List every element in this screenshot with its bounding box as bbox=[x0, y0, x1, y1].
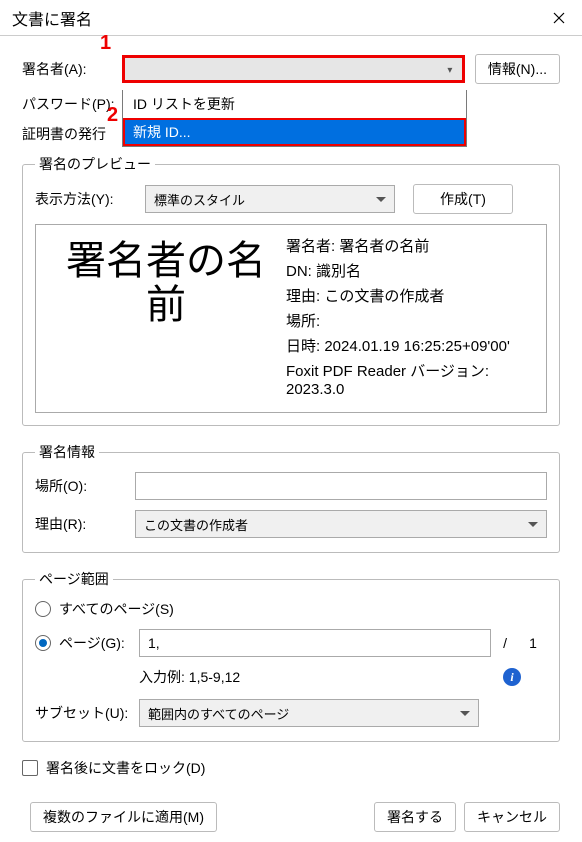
preview-detail-dn: DN: 識別名 bbox=[286, 260, 536, 281]
dropdown-item-new-id[interactable]: 2 新規 ID... bbox=[123, 118, 466, 146]
window-title: 文書に署名 bbox=[12, 6, 92, 30]
preview-box: 署名者の名前 署名者: 署名者の名前 DN: 識別名 理由: この文書の作成者 … bbox=[35, 224, 547, 413]
signer-dropdown-list: ID リストを更新 2 新規 ID... bbox=[122, 90, 467, 147]
pagerange-fieldset: ページ範囲 すべてのページ(S) ページ(G): / 1 入力例: 1,5-9,… bbox=[22, 569, 560, 742]
info-button[interactable]: 情報(N)... bbox=[475, 54, 560, 84]
radio-pages[interactable] bbox=[35, 635, 51, 651]
preview-detail-signer: 署名者: 署名者の名前 bbox=[286, 235, 536, 256]
preview-detail-app: Foxit PDF Reader バージョン: 2023.3.0 bbox=[286, 360, 536, 398]
preview-fieldset: 署名のプレビュー 表示方法(Y): 標準のスタイル 作成(T) 署名者の名前 署… bbox=[22, 154, 560, 426]
lock-label: 署名後に文書をロック(D) bbox=[46, 758, 205, 778]
annotation-2: 2 bbox=[107, 104, 118, 127]
radio-pages-label: ページ(G): bbox=[59, 633, 139, 653]
sign-button[interactable]: 署名する bbox=[374, 802, 456, 832]
cert-issue-label: 証明書の発行 bbox=[22, 124, 132, 144]
siginfo-fieldset: 署名情報 場所(O): 理由(R): この文書の作成者 bbox=[22, 442, 560, 553]
pages-example: 入力例: 1,5-9,12 bbox=[139, 667, 503, 687]
signer-label: 署名者(A): bbox=[22, 59, 122, 79]
close-button[interactable] bbox=[536, 0, 582, 36]
place-label: 場所(O): bbox=[35, 476, 135, 496]
radio-all-pages-label: すべてのページ(S) bbox=[59, 599, 174, 619]
reason-value: この文書の作成者 bbox=[144, 515, 248, 534]
info-icon[interactable]: i bbox=[503, 668, 521, 686]
pages-input[interactable] bbox=[139, 629, 491, 657]
subset-value: 範囲内のすべてのページ bbox=[148, 704, 289, 723]
signer-dropdown[interactable]: ▾ ID リストを更新 2 新規 ID... bbox=[122, 55, 465, 83]
subset-select[interactable]: 範囲内のすべてのページ bbox=[139, 699, 479, 727]
cancel-button[interactable]: キャンセル bbox=[464, 802, 560, 832]
annotation-1: 1 bbox=[100, 32, 111, 55]
titlebar: 文書に署名 bbox=[0, 0, 582, 36]
siginfo-legend: 署名情報 bbox=[35, 442, 99, 462]
chevron-down-icon: ▾ bbox=[442, 60, 458, 80]
place-input[interactable] bbox=[135, 472, 547, 500]
preview-signer-name-large: 署名者の名前 bbox=[46, 233, 286, 404]
create-style-button[interactable]: 作成(T) bbox=[413, 184, 513, 214]
preview-detail-place: 場所: bbox=[286, 310, 536, 331]
display-style-value: 標準のスタイル bbox=[154, 190, 245, 209]
pages-total: 1 bbox=[519, 635, 547, 651]
reason-label: 理由(R): bbox=[35, 514, 135, 534]
reason-select[interactable]: この文書の作成者 bbox=[135, 510, 547, 538]
display-style-label: 表示方法(Y): bbox=[35, 189, 145, 209]
preview-details: 署名者: 署名者の名前 DN: 識別名 理由: この文書の作成者 場所: 日時:… bbox=[286, 233, 536, 404]
apply-multiple-button[interactable]: 複数のファイルに適用(M) bbox=[30, 802, 217, 832]
lock-checkbox[interactable] bbox=[22, 760, 38, 776]
subset-label: サブセット(U): bbox=[35, 703, 139, 723]
pagerange-legend: ページ範囲 bbox=[35, 569, 113, 589]
dropdown-item-update-id-list[interactable]: ID リストを更新 bbox=[123, 90, 466, 118]
footer: 複数のファイルに適用(M) 署名する キャンセル bbox=[0, 796, 582, 842]
preview-detail-reason: 理由: この文書の作成者 bbox=[286, 285, 536, 306]
radio-all-pages[interactable] bbox=[35, 601, 51, 617]
close-icon bbox=[553, 12, 565, 24]
dropdown-item-new-id-label: 新規 ID... bbox=[133, 124, 191, 140]
display-style-select[interactable]: 標準のスタイル bbox=[145, 185, 395, 213]
preview-detail-date: 日時: 2024.01.19 16:25:25+09'00' bbox=[286, 335, 536, 356]
pages-slash: / bbox=[503, 635, 507, 651]
preview-legend: 署名のプレビュー bbox=[35, 154, 155, 174]
